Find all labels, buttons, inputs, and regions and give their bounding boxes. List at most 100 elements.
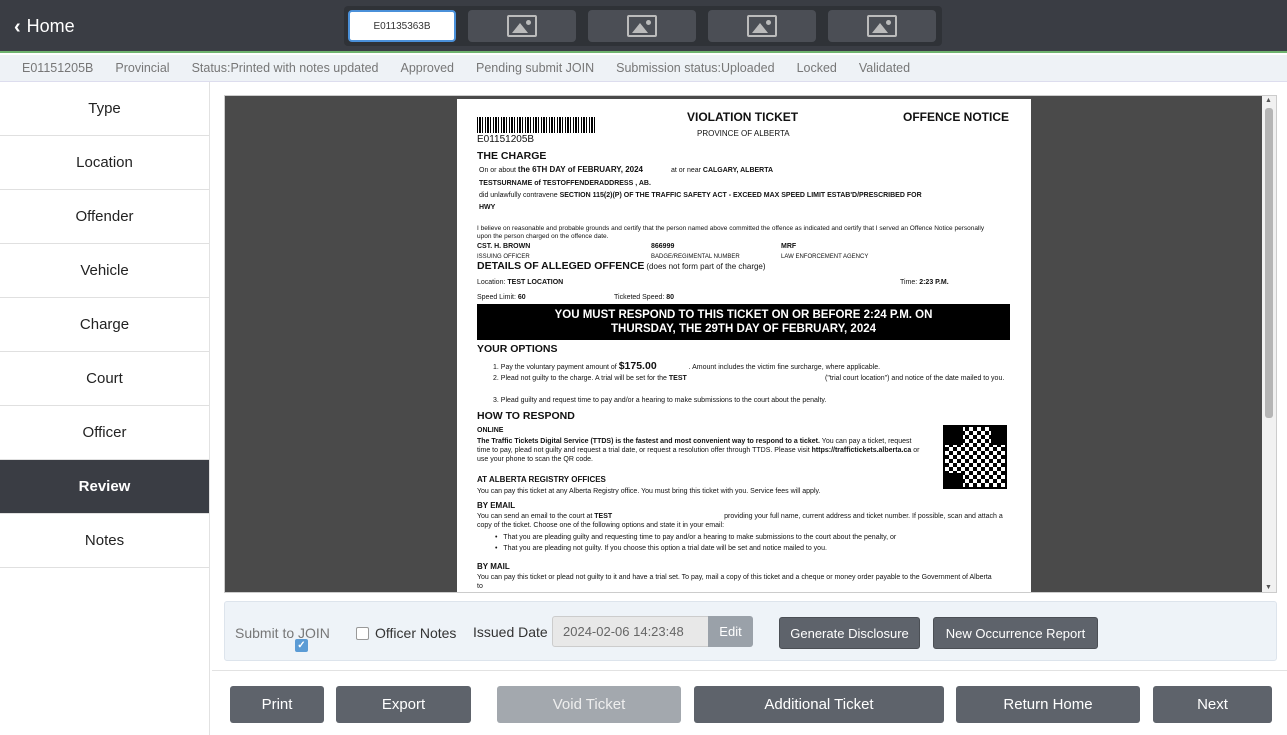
submit-join-label: Submit to JOIN xyxy=(235,625,330,641)
return-home-button[interactable]: Return Home xyxy=(956,686,1140,723)
scroll-up-icon[interactable]: ▲ xyxy=(1265,97,1272,104)
payment-amount: $175.00 xyxy=(618,360,657,372)
on-about-text: On or about xyxy=(479,167,516,174)
chevron-left-icon: ‹ xyxy=(14,15,21,38)
time-line: Time: 2:23 P.M. xyxy=(900,278,949,287)
checkbox-unchecked-icon[interactable] xyxy=(356,626,369,640)
generate-disclosure-button[interactable]: Generate Disclosure xyxy=(779,617,920,649)
top-bar: ‹ Home E01135363B xyxy=(0,0,1287,53)
online-heading: ONLINE xyxy=(477,427,504,434)
thumbnail-image-3[interactable] xyxy=(708,10,816,42)
charge-date-line: On or about the 6TH DAY of FEBRUARY, 202… xyxy=(479,165,643,175)
option-2-text: 2. Plead not guilty to the charge. A tri… xyxy=(493,375,667,382)
sidebar-item-location[interactable]: Location xyxy=(0,136,209,190)
additional-ticket-button[interactable]: Additional Ticket xyxy=(694,686,944,723)
email-text: You can send an email to the court at TE… xyxy=(477,512,1007,530)
sidebar-item-offender[interactable]: Offender xyxy=(0,190,209,244)
online-text: The Traffic Tickets Digital Service (TTD… xyxy=(477,437,922,464)
officer-belief-text: I believe on reasonable and probable gro… xyxy=(477,225,985,240)
ticket-title: VIOLATION TICKET xyxy=(687,110,799,124)
submit-join-checkbox[interactable]: ✓ Submit to JOIN xyxy=(235,625,330,652)
location-line: Location: TEST LOCATION xyxy=(477,278,563,287)
status-validated: Validated xyxy=(858,61,911,75)
offence-place: CALGARY, ALBERTA xyxy=(702,167,774,174)
void-ticket-button[interactable]: Void Ticket xyxy=(497,686,681,723)
ticketed-speed-label: Ticketed Speed: xyxy=(614,294,665,301)
edit-date-button[interactable]: Edit xyxy=(708,616,753,647)
qr-code xyxy=(943,425,1007,489)
thumbnail-image-1[interactable] xyxy=(468,10,576,42)
badge-label: BADGE/REGIMENTAL NUMBER xyxy=(651,254,740,260)
hwy-text: HWY xyxy=(479,204,496,211)
status-print: Status:Printed with notes updated xyxy=(191,61,379,75)
option-1-tail: . Amount includes the victim fine surcha… xyxy=(688,364,881,371)
time-label: Time: xyxy=(900,279,918,286)
image-thumbnail-strip: E01135363B xyxy=(344,6,942,46)
barcode xyxy=(477,117,595,133)
email-heading: BY EMAIL xyxy=(477,501,516,510)
agency-code: MRF xyxy=(781,243,797,250)
scrollbar-thumb[interactable] xyxy=(1265,108,1273,418)
status-submission: Submission status:Uploaded xyxy=(616,61,775,75)
respond-heading: HOW TO RESPOND xyxy=(477,410,575,422)
document-viewer[interactable]: E01151205B VIOLATION TICKET PROVINCE OF … xyxy=(224,95,1277,593)
status-jurisdiction: Provincial xyxy=(115,61,170,75)
sidebar-item-vehicle[interactable]: Vehicle xyxy=(0,244,209,298)
mail-text: You can pay this ticket or plead not gui… xyxy=(477,574,992,590)
checkbox-checked-icon[interactable]: ✓ xyxy=(294,639,308,652)
sidebar-item-type[interactable]: Type xyxy=(0,82,209,136)
details-note: (does not form part of the charge) xyxy=(646,262,766,271)
thumbnail-image-2[interactable] xyxy=(588,10,696,42)
export-button[interactable]: Export xyxy=(336,686,471,723)
respond-banner: YOU MUST RESPOND TO THIS TICKET ON OR BE… xyxy=(477,304,1010,340)
image-icon xyxy=(867,15,897,37)
viewer-scrollbar[interactable]: ▲ ▼ xyxy=(1262,96,1276,592)
contravene-prefix: did unlawfully contravene xyxy=(479,192,558,199)
status-approval: Approved xyxy=(400,61,455,75)
sidebar-item-officer[interactable]: Officer xyxy=(0,406,209,460)
status-join: Pending submit JOIN xyxy=(476,61,595,75)
charge-place-line: at or near CALGARY, ALBERTA xyxy=(671,166,773,175)
home-button[interactable]: ‹ Home xyxy=(14,16,75,37)
option-1: 1. Pay the voluntary payment amount of $… xyxy=(493,360,881,372)
print-button[interactable]: Print xyxy=(230,686,324,723)
scroll-down-icon[interactable]: ▼ xyxy=(1265,584,1272,591)
sidebar-item-court[interactable]: Court xyxy=(0,352,209,406)
issued-date-field: 2024-02-06 14:23:48 xyxy=(552,616,709,647)
image-icon xyxy=(627,15,657,37)
offence-notice-label: OFFENCE NOTICE xyxy=(902,110,1009,124)
mail-heading: BY MAIL xyxy=(477,562,510,571)
thumbnail-tab-ticket[interactable]: E01135363B xyxy=(348,10,456,42)
time-value: 2:23 P.M. xyxy=(919,279,949,286)
email-bullet-2-text: That you are pleading not guilty. If you… xyxy=(503,545,827,552)
status-locked: Locked xyxy=(796,61,837,75)
option-2: 2. Plead not guilty to the charge. A tri… xyxy=(493,374,687,383)
email-bullet-1: • That you are pleading guilty and reque… xyxy=(495,534,897,541)
thumbnail-image-4[interactable] xyxy=(828,10,936,42)
image-icon xyxy=(747,15,777,37)
new-occurrence-report-button[interactable]: New Occurrence Report xyxy=(933,617,1098,649)
ticket-page: E01151205B VIOLATION TICKET PROVINCE OF … xyxy=(457,99,1031,592)
image-icon xyxy=(507,15,537,37)
the-charge-heading: THE CHARGE xyxy=(477,150,547,162)
online-text-bold: The Traffic Tickets Digital Service (TTD… xyxy=(477,438,820,445)
location-label: Location: xyxy=(477,279,506,286)
sidebar-item-charge[interactable]: Charge xyxy=(0,298,209,352)
next-button[interactable]: Next xyxy=(1153,686,1272,723)
option-2-tail: ("trial court location") and notice of t… xyxy=(825,375,1005,382)
officer-notes-checkbox[interactable]: Officer Notes xyxy=(356,625,456,641)
registry-text: You can pay this ticket at any Alberta R… xyxy=(477,488,821,495)
review-options-bar: ✓ Submit to JOIN Officer Notes Issued Da… xyxy=(224,601,1277,661)
email-bullet-2: • That you are pleading not guilty. If y… xyxy=(495,545,827,552)
option-3: 3. Plead guilty and request time to pay … xyxy=(493,397,827,404)
charge-section: SECTION 115(2)(P) OF THE TRAFFIC SAFETY … xyxy=(559,192,922,199)
issued-date-label: Issued Date xyxy=(473,624,548,640)
home-label: Home xyxy=(26,16,75,36)
option-1-text: 1. Pay the voluntary payment amount of xyxy=(493,364,617,371)
offender-line: TESTSURNAME of TESTOFFENDERADDRESS , AB. xyxy=(479,180,651,187)
respond-banner-line-2: THURSDAY, THE 29TH DAY OF FEBRUARY, 2024 xyxy=(611,323,876,335)
agency-label: LAW ENFORCEMENT AGENCY xyxy=(781,254,869,260)
sidebar-item-review[interactable]: Review xyxy=(0,460,209,514)
speed-limit-line: Speed Limit: 60 xyxy=(477,293,526,302)
sidebar-item-notes[interactable]: Notes xyxy=(0,514,209,568)
